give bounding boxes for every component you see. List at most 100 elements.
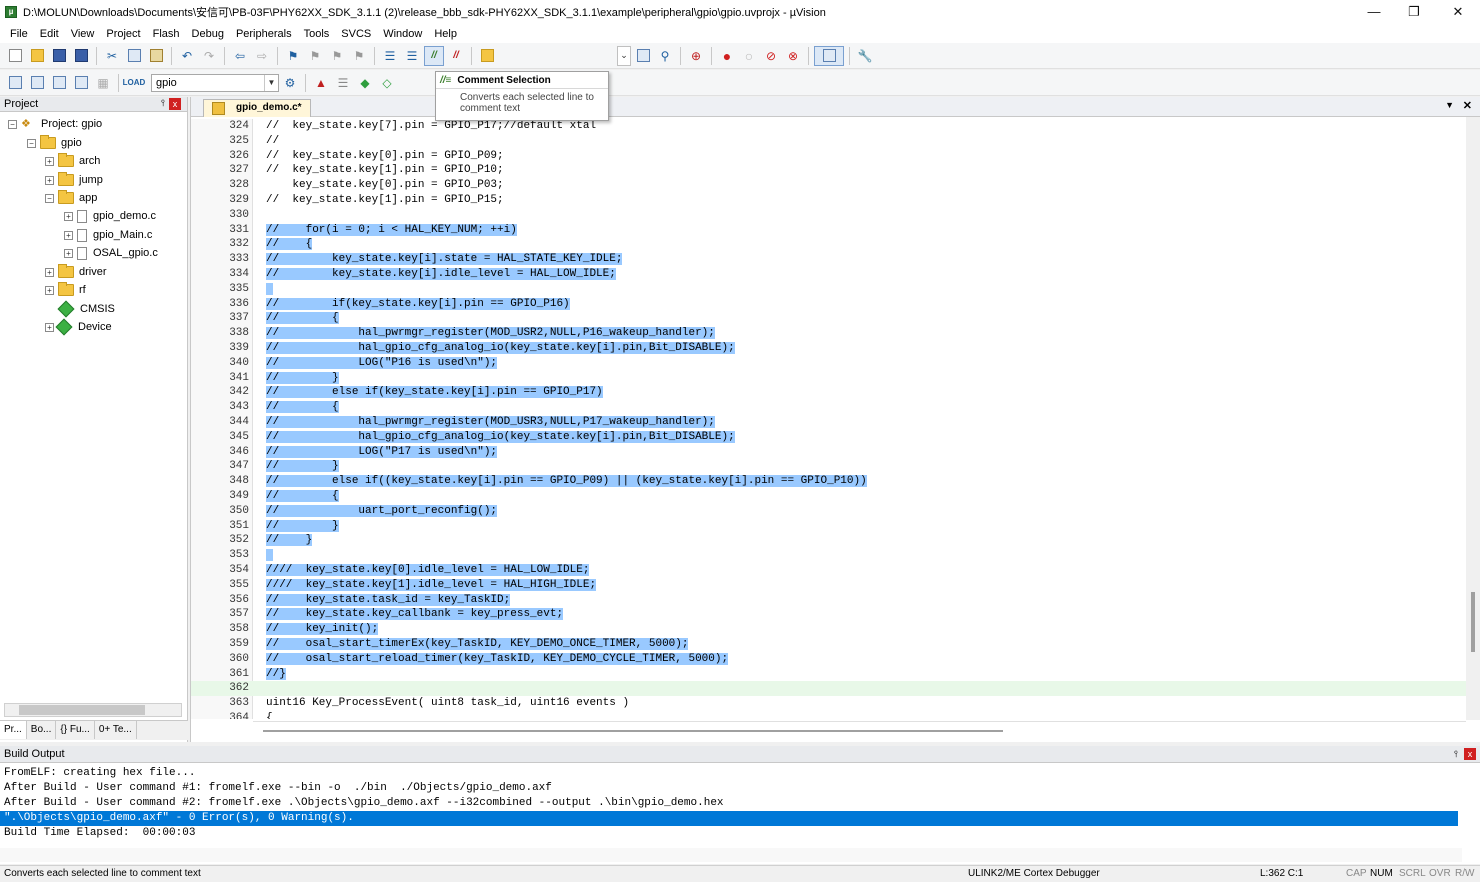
code-line[interactable]: 327 // key_state.key[1].pin = GPIO_P10; [191, 163, 1466, 178]
pin-icon[interactable]: ⫯ [1454, 746, 1458, 763]
undo-icon[interactable]: ↶ [177, 46, 197, 66]
code-line[interactable]: 350 // uart_port_reconfig(); [191, 504, 1466, 519]
code-line[interactable]: 335 [191, 282, 1466, 297]
code-line[interactable]: 340 // LOG("P16 is used\n"); [191, 356, 1466, 371]
kill-breakpoints-icon[interactable]: ⊗ [783, 46, 803, 66]
code-line[interactable]: 362 [191, 681, 1466, 697]
navigate-back-icon[interactable]: ⇦ [230, 46, 250, 66]
code-line[interactable]: 336 // if(key_state.key[i].pin == GPIO_P1… [191, 297, 1466, 312]
editor-horizontal-scrollbar[interactable] [253, 721, 1466, 739]
chevron-down-icon[interactable]: ▼ [264, 74, 278, 91]
tab-gpio-demo[interactable]: gpio_demo.c* [203, 99, 311, 117]
tab-list-dropdown-icon[interactable]: ▼ [1445, 100, 1454, 110]
new-file-icon[interactable] [5, 46, 25, 66]
code-line[interactable]: 343 // { [191, 400, 1466, 415]
tree-item-component[interactable]: + Device [45, 318, 112, 336]
disable-breakpoints-icon[interactable]: ⊘ [761, 46, 781, 66]
file-extensions-icon[interactable]: ▲ [311, 73, 331, 93]
tree-item-target[interactable]: − gpio [27, 134, 82, 152]
code-line[interactable]: 339 // hal_gpio_cfg_analog_io(key_state.k… [191, 341, 1466, 356]
tab-books[interactable]: Bo... [27, 721, 57, 739]
code-line[interactable]: 357 // key_state.key_callbank = key_press… [191, 607, 1466, 622]
navigate-forward-icon[interactable]: ⇨ [252, 46, 272, 66]
prev-bookmark-icon[interactable]: ⚑ [305, 46, 325, 66]
tree-item-group[interactable]: + arch [45, 152, 100, 170]
menu-flash[interactable]: Flash [147, 28, 186, 40]
tab-project[interactable]: Pr... [0, 721, 27, 739]
code-line[interactable]: 326 // key_state.key[0].pin = GPIO_P09; [191, 149, 1466, 164]
expand-icon[interactable]: + [45, 285, 54, 295]
close-panel-button[interactable]: x [1464, 748, 1476, 760]
scrollbar-thumb[interactable] [1471, 592, 1475, 652]
debug-session-icon[interactable]: ⊕ [686, 46, 706, 66]
menu-svcs[interactable]: SVCS [335, 28, 377, 40]
code-line[interactable]: 348 // else if((key_state.key[i].pin == G… [191, 474, 1466, 489]
menu-window[interactable]: Window [377, 28, 428, 40]
code-editor[interactable]: 324 // key_state.key[7].pin = GPIO_P17;//… [191, 119, 1466, 719]
expand-icon[interactable]: + [64, 230, 73, 240]
editor-vertical-scrollbar[interactable] [1466, 117, 1480, 720]
uncomment-selection-icon[interactable]: // [446, 46, 466, 66]
target-select[interactable]: gpio ▼ [151, 73, 279, 92]
menu-edit[interactable]: Edit [34, 28, 65, 40]
download-icon[interactable]: LOAD [123, 73, 146, 93]
batch-build-icon[interactable] [71, 73, 91, 93]
code-line[interactable]: 329 // key_state.key[1].pin = GPIO_P15; [191, 193, 1466, 208]
code-line[interactable]: 356 // key_state.task_id = key_TaskID; [191, 593, 1466, 608]
collapse-icon[interactable]: − [45, 193, 54, 203]
code-line[interactable]: 328 key_state.key[0].pin = GPIO_P03; [191, 178, 1466, 193]
incremental-find-icon[interactable] [633, 46, 653, 66]
scrollbar-thumb[interactable] [263, 730, 1003, 732]
code-line[interactable]: 345 // hal_gpio_cfg_analog_io(key_state.k… [191, 430, 1466, 445]
cut-icon[interactable]: ✂ [102, 46, 122, 66]
code-line[interactable]: 359 // osal_start_timerEx(key_TaskID, KEY… [191, 637, 1466, 652]
tree-item-component[interactable]: CMSIS [57, 300, 115, 318]
code-line[interactable]: 331 // for(i = 0; i < HAL_KEY_NUM; ++i) [191, 223, 1466, 238]
maximize-button[interactable]: ❐ [1392, 0, 1436, 24]
tree-item-group[interactable]: + driver [45, 263, 107, 281]
code-line[interactable]: 341 // } [191, 371, 1466, 386]
code-line[interactable]: 334 // key_state.key[i].idle_level = HAL_… [191, 267, 1466, 282]
collapse-icon[interactable]: − [27, 138, 36, 148]
tree-item-file[interactable]: + OSAL_gpio.c [64, 244, 158, 262]
code-line[interactable]: 360 // osal_start_reload_timer(key_TaskID… [191, 652, 1466, 667]
expand-icon[interactable]: + [45, 175, 54, 185]
tab-functions[interactable]: {} Fu... [56, 721, 95, 739]
code-line[interactable]: 361 //} [191, 667, 1466, 682]
build-output-line[interactable]: Build Time Elapsed: 00:00:03 [4, 826, 1462, 841]
menu-tools[interactable]: Tools [298, 28, 336, 40]
menu-debug[interactable]: Debug [186, 28, 230, 40]
code-line[interactable]: 352 // } [191, 533, 1466, 548]
save-icon[interactable] [49, 46, 69, 66]
menu-peripherals[interactable]: Peripherals [230, 28, 298, 40]
tree-item-group[interactable]: + rf [45, 281, 86, 299]
stop-build-icon[interactable]: ▦ [93, 73, 113, 93]
code-line[interactable]: 355 //// key_state.key[1].idle_level = HA… [191, 578, 1466, 593]
project-horizontal-scrollbar[interactable] [4, 703, 182, 717]
close-tab-icon[interactable]: ✕ [1463, 99, 1472, 112]
build-output-line-selected[interactable]: ".\Objects\gpio_demo.axf" - 0 Error(s), … [0, 811, 1458, 826]
build-output-line[interactable]: FromELF: creating hex file... [4, 766, 1462, 781]
manage-rte-icon[interactable]: ☰ [333, 73, 353, 93]
build-icon[interactable] [27, 73, 47, 93]
code-line[interactable]: 353 [191, 548, 1466, 563]
code-line[interactable]: 344 // hal_pwrmgr_register(MOD_USR3,NULL,… [191, 415, 1466, 430]
build-output-line[interactable]: After Build - User command #1: fromelf.e… [4, 781, 1462, 796]
target-options-icon[interactable]: ⚙ [280, 73, 300, 93]
configure-icon[interactable]: 🔧 [855, 46, 875, 66]
menu-help[interactable]: Help [428, 28, 463, 40]
code-line[interactable]: 346 // LOG("P17 is used\n"); [191, 445, 1466, 460]
code-line[interactable]: 363 uint16 Key_ProcessEvent( uint8 task_i… [191, 696, 1466, 711]
comment-selection-icon[interactable]: // [424, 45, 444, 66]
tree-item-file[interactable]: + gpio_demo.c [64, 207, 156, 225]
save-all-icon[interactable] [71, 46, 91, 66]
next-bookmark-icon[interactable]: ⚑ [327, 46, 347, 66]
rebuild-icon[interactable] [49, 73, 69, 93]
code-line[interactable]: 325 // [191, 134, 1466, 149]
code-line[interactable]: 332 // { [191, 237, 1466, 252]
tree-item-group[interactable]: + jump [45, 171, 103, 189]
collapse-icon[interactable]: − [8, 119, 17, 129]
expand-icon[interactable]: + [64, 211, 73, 221]
scrollbar-thumb[interactable] [19, 705, 145, 715]
find-in-files-icon[interactable] [477, 46, 497, 66]
